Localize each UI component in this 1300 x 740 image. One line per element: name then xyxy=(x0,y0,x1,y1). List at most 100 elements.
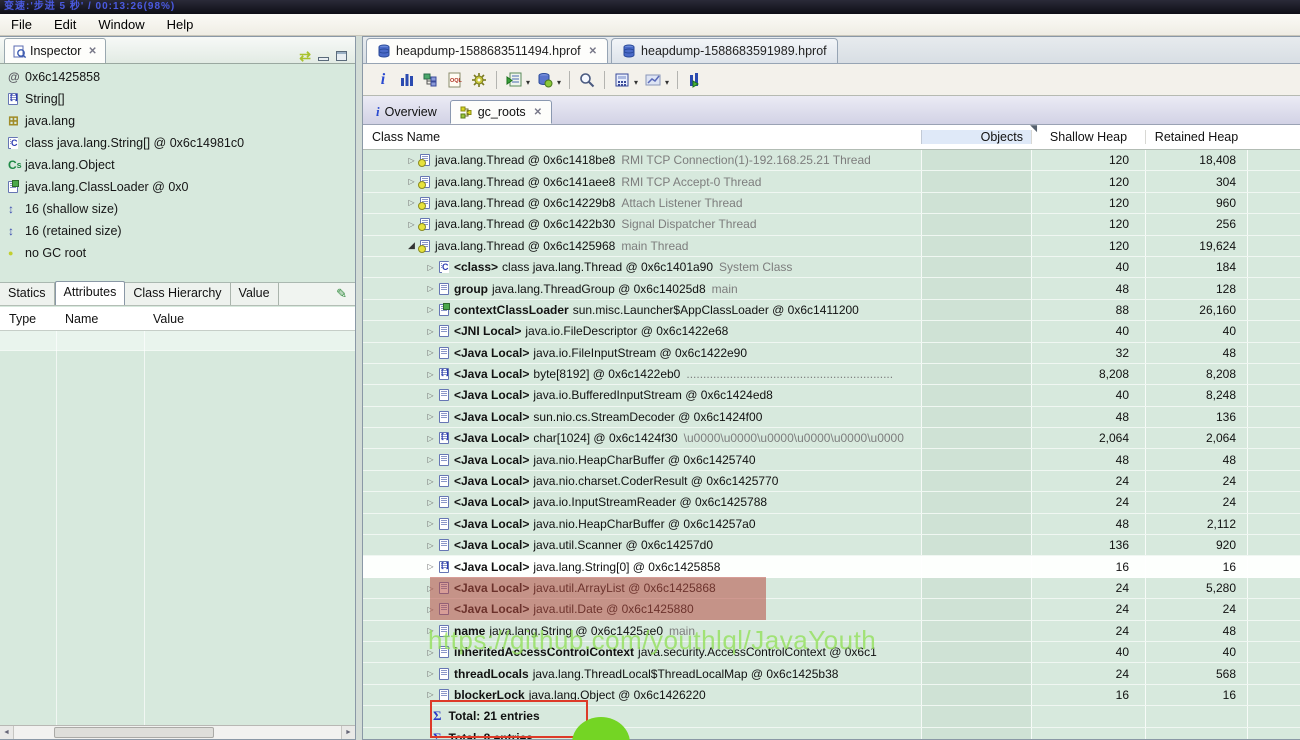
expand-arrow-icon[interactable]: ▷ xyxy=(424,284,437,293)
scrollbar-track[interactable] xyxy=(14,726,341,739)
dropdown-arrow-icon[interactable]: ▾ xyxy=(634,78,638,87)
tree-row[interactable]: ▷ <Java Local>java.lang.String[0] @ 0x6c1… xyxy=(363,556,1300,578)
inspector-item[interactable]: @0x6c1425858 xyxy=(0,66,355,88)
expand-arrow-icon[interactable]: ▷ xyxy=(424,498,437,507)
tree-row[interactable]: ▷ <Java Local> java.nio.HeapCharBuffer @ 0… xyxy=(363,513,1300,536)
menu-item-window[interactable]: Window xyxy=(87,15,155,34)
dropdown-arrow-icon[interactable]: ▾ xyxy=(526,78,530,87)
expand-arrow-icon[interactable]: ▷ xyxy=(424,455,437,464)
tab-value[interactable]: Value xyxy=(230,283,279,305)
menu-item-edit[interactable]: Edit xyxy=(43,15,87,34)
close-icon[interactable]: ✕ xyxy=(589,46,597,57)
thread-overview-icon[interactable] xyxy=(468,69,490,91)
tab-attributes[interactable]: Attributes xyxy=(54,281,126,305)
editor-tab-heapdump-1588683591989.hprof[interactable]: heapdump-1588683591989.hprof xyxy=(611,38,838,63)
tree-row[interactable]: ▷ <Java Local> java.io.BufferedInputStream… xyxy=(363,385,1300,407)
search-icon[interactable] xyxy=(576,69,598,91)
tree-row[interactable]: ▷ <Java Local>byte[8192] @ 0x6c1422eb0...… xyxy=(363,363,1300,386)
tree-row[interactable]: ▷ <JNI Local> java.io.FileDescriptor @ 0x6… xyxy=(363,321,1300,343)
heap-dump-icon[interactable] xyxy=(534,69,556,91)
tree-row[interactable]: ▷ java.lang.Thread @ 0x6c1422b30 Signal Di… xyxy=(363,214,1300,236)
tree-row[interactable]: ▷ java.lang.Thread @ 0x6c141aee8 RMI TCP A… xyxy=(363,171,1300,193)
collapse-arrow-icon[interactable]: ◢ xyxy=(405,240,418,251)
editor-tab-heapdump-1588683511494.hprof[interactable]: heapdump-1588683511494.hprof ✕ xyxy=(366,38,609,63)
inspector-item[interactable]: String[] xyxy=(0,88,355,110)
inspector-item[interactable]: Cs java.lang.Object xyxy=(0,154,355,176)
inspector-item[interactable]: ↕ 16 (shallow size) xyxy=(0,198,355,220)
close-icon[interactable]: ✕ xyxy=(88,46,96,57)
tree-row[interactable]: ▷ java.lang.Thread @ 0x6c1418be8 RMI TCP C… xyxy=(363,150,1300,172)
dropdown-arrow-icon[interactable]: ▾ xyxy=(557,78,561,87)
attributes-table-body[interactable] xyxy=(0,331,355,725)
expand-arrow-icon[interactable]: ▷ xyxy=(405,156,418,165)
tab-statics[interactable]: Statics xyxy=(0,283,55,305)
expand-arrow-icon[interactable]: ▷ xyxy=(424,669,437,678)
tree-row[interactable]: ▷ group java.lang.ThreadGroup @ 0x6c14025d… xyxy=(363,278,1300,300)
scroll-left-arrow[interactable]: ◄ xyxy=(0,726,14,739)
tree-row[interactable]: ▷ <Java Local> java.nio.charset.CoderResul… xyxy=(363,470,1300,493)
expand-arrow-icon[interactable]: ▷ xyxy=(424,519,437,528)
attr-column-value[interactable]: Value xyxy=(144,312,355,326)
column-header-retained-heap[interactable]: Retained Heap xyxy=(1145,130,1247,144)
histogram-icon[interactable] xyxy=(396,69,418,91)
tree-row[interactable]: ▷ <Java Local> sun.nio.cs.StreamDecoder @ … xyxy=(363,406,1300,429)
info-icon[interactable]: i xyxy=(372,69,394,91)
tree-row[interactable]: ▷ threadLocals java.lang.ThreadLocal$Threa… xyxy=(363,663,1300,685)
minimize-icon[interactable] xyxy=(318,57,329,61)
inspector-item[interactable]: class java.lang.String[] @ 0x6c14981c0 xyxy=(0,132,355,154)
expand-arrow-icon[interactable]: ▷ xyxy=(424,370,437,379)
inspector-item[interactable]: ● no GC root xyxy=(0,242,355,264)
tree-row[interactable]: ▷ <Java Local> java.util.Scanner @ 0x6c142… xyxy=(363,535,1300,557)
expand-arrow-icon[interactable]: ▷ xyxy=(424,562,437,571)
expand-arrow-icon[interactable]: ▷ xyxy=(424,348,437,357)
expand-arrow-icon[interactable]: ▷ xyxy=(424,690,437,699)
menu-item-help[interactable]: Help xyxy=(156,15,205,34)
sync-arrows-icon[interactable]: ⇄ xyxy=(299,49,311,63)
expand-arrow-icon[interactable]: ▷ xyxy=(424,391,437,400)
expand-arrow-icon[interactable]: ▷ xyxy=(424,477,437,486)
compare-icon[interactable] xyxy=(642,69,664,91)
tree-row[interactable]: ▷ <Java Local> java.nio.HeapCharBuffer @ 0… xyxy=(363,449,1300,471)
tree-row[interactable]: ▷ java.lang.Thread @ 0x6c14229b8 Attach Li… xyxy=(363,192,1300,215)
tree-row[interactable]: ▷ <Java Local>char[1024] @ 0x6c1424f30 \u0… xyxy=(363,428,1300,450)
expand-arrow-icon[interactable]: ▷ xyxy=(424,327,437,336)
oql-icon[interactable]: OQL xyxy=(444,69,466,91)
run-expert-report-icon[interactable] xyxy=(684,69,706,91)
expand-arrow-icon[interactable]: ▷ xyxy=(424,412,437,421)
expand-arrow-icon[interactable]: ▷ xyxy=(424,434,437,443)
tree-row[interactable]: ▷ <class>class java.lang.Thread @ 0x6c140… xyxy=(363,256,1300,279)
tree-row[interactable]: ▷ contextClassLoader sun.misc.Launcher$App… xyxy=(363,299,1300,322)
expand-arrow-icon[interactable]: ▷ xyxy=(424,541,437,550)
tab-class-hierarchy[interactable]: Class Hierarchy xyxy=(125,283,231,305)
column-header-class-name[interactable]: Class Name xyxy=(363,130,921,144)
menu-item-file[interactable]: File xyxy=(0,15,43,34)
expand-arrow-icon[interactable]: ▷ xyxy=(424,263,437,272)
attr-column-type[interactable]: Type xyxy=(0,312,56,326)
query-browser-icon[interactable] xyxy=(503,69,525,91)
tree-row[interactable]: ◢ java.lang.Thread @ 0x6c1425968 main Thre… xyxy=(363,235,1300,257)
attr-column-name[interactable]: Name xyxy=(56,312,144,326)
tree-row[interactable]: ▷ <Java Local> java.io.InputStreamReader @… xyxy=(363,492,1300,514)
inspector-item[interactable]: java.lang.ClassLoader @ 0x0 xyxy=(0,176,355,198)
tab-gc_roots[interactable]: gc_roots ✕ xyxy=(449,100,553,124)
expand-arrow-icon[interactable]: ▷ xyxy=(424,305,437,314)
scrollbar-thumb[interactable] xyxy=(54,727,214,738)
scroll-right-arrow[interactable]: ► xyxy=(341,726,355,739)
close-icon[interactable]: ✕ xyxy=(534,107,542,118)
tab-inspector[interactable]: Inspector ✕ xyxy=(4,38,106,63)
dominator-tree-icon[interactable] xyxy=(420,69,442,91)
column-header-shallow-heap[interactable]: Shallow Heap xyxy=(1031,130,1145,144)
attributes-empty-row[interactable] xyxy=(0,331,355,351)
inspector-item[interactable]: ↕ 16 (retained size) xyxy=(0,220,355,242)
tab-overview[interactable]: i Overview xyxy=(367,100,446,124)
expand-arrow-icon[interactable]: ▷ xyxy=(405,177,418,186)
dropdown-arrow-icon[interactable]: ▾ xyxy=(665,78,669,87)
column-header-objects[interactable]: ◥ Objects xyxy=(921,123,1037,144)
expand-arrow-icon[interactable]: ▷ xyxy=(405,220,418,229)
maximize-icon[interactable] xyxy=(336,51,347,61)
expand-arrow-icon[interactable]: ▷ xyxy=(405,198,418,207)
calculator-icon[interactable] xyxy=(611,69,633,91)
horizontal-scrollbar[interactable]: ◄ ► xyxy=(0,725,355,739)
inspector-item[interactable]: ⊞ java.lang xyxy=(0,110,355,132)
pin-pencil-icon[interactable]: ✎ xyxy=(336,286,347,305)
